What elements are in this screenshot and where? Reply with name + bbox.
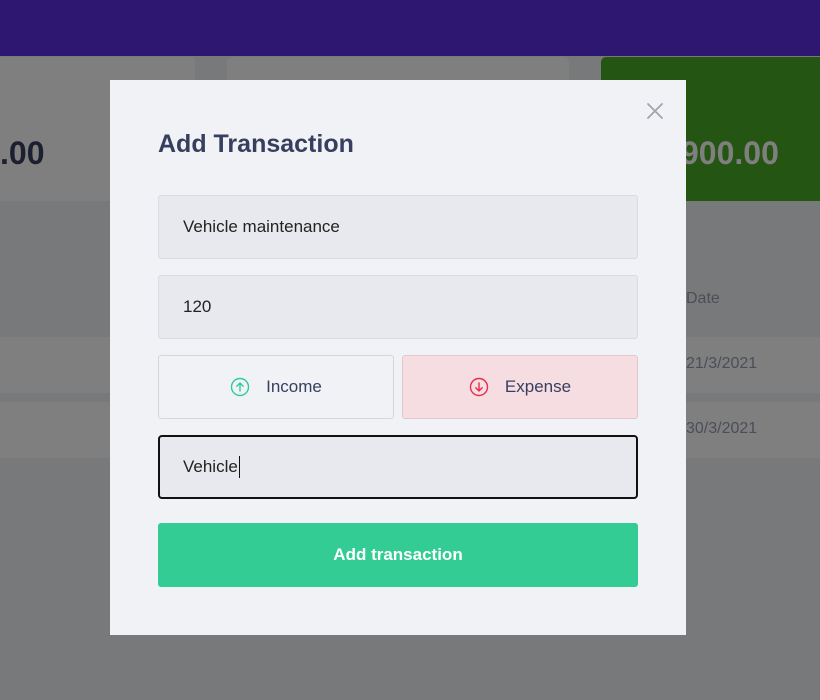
description-value: Vehicle maintenance: [183, 217, 340, 236]
expense-type-button[interactable]: Expense: [402, 355, 638, 419]
modal-title: Add Transaction: [158, 130, 354, 158]
expense-type-label: Expense: [504, 377, 572, 396]
close-button[interactable]: [644, 100, 666, 122]
category-input[interactable]: Vehicle: [158, 435, 638, 499]
category-value: Vehicle: [183, 457, 238, 476]
amount-input[interactable]: 120: [158, 275, 638, 339]
arrow-up-circle-icon: [230, 377, 250, 397]
amount-value: 120: [183, 297, 212, 316]
description-input[interactable]: Vehicle maintenance: [158, 195, 638, 259]
close-icon: [647, 103, 663, 119]
add-transaction-button[interactable]: Add transaction: [158, 523, 638, 587]
income-type-button[interactable]: Income: [158, 355, 394, 419]
text-cursor: [238, 456, 240, 478]
arrow-down-circle-icon: [469, 377, 489, 397]
add-transaction-modal: Add Transaction Vehicle maintenance 120 …: [110, 80, 686, 635]
income-type-label: Income: [266, 377, 322, 396]
